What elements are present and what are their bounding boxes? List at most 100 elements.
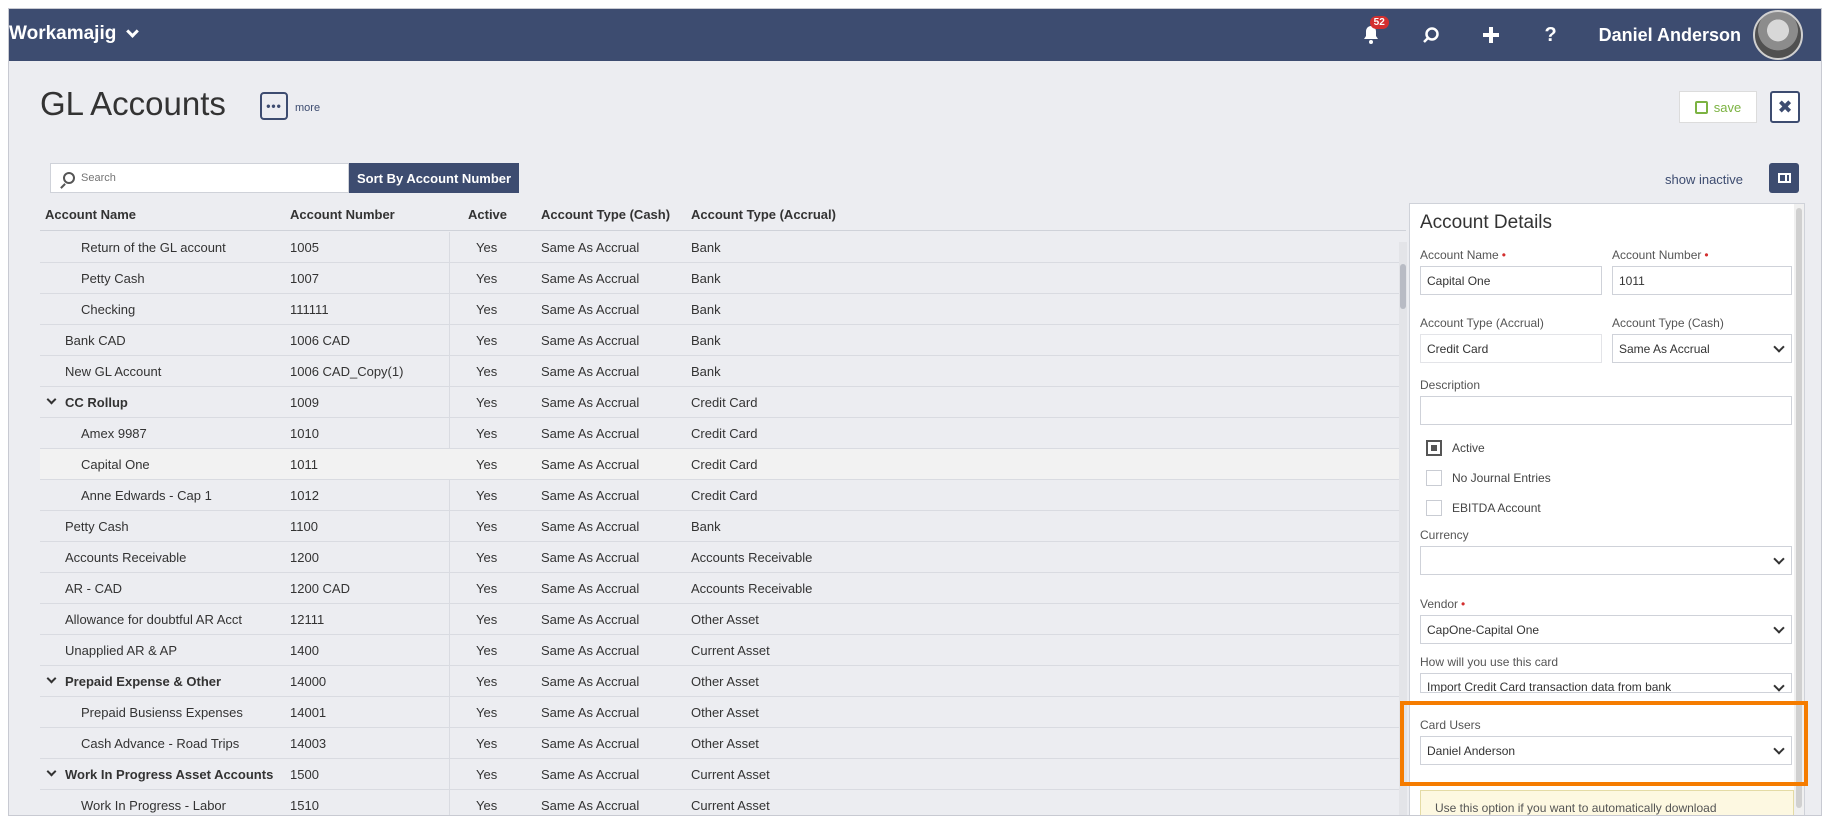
- notification-badge: 52: [1369, 16, 1389, 29]
- active-checkbox[interactable]: [1426, 440, 1442, 456]
- cell-accrual: Other Asset: [691, 673, 759, 689]
- cell-number: 1200: [290, 549, 319, 565]
- add-button[interactable]: [1480, 24, 1502, 46]
- active-label: Active: [1452, 441, 1485, 455]
- table-row[interactable]: AR - CAD 1200 CAD Yes Same As Accrual Ac…: [40, 573, 1406, 604]
- cell-active: Yes: [476, 425, 498, 441]
- show-inactive-link[interactable]: show inactive: [1665, 172, 1743, 187]
- cell-cash: Same As Accrual: [541, 363, 640, 379]
- cell-cash: Same As Accrual: [541, 301, 640, 317]
- cell-number: 14003: [290, 735, 327, 751]
- type-cash-select[interactable]: Same As Accrual: [1612, 334, 1792, 363]
- table-row[interactable]: New GL Account 1006 CAD_Copy(1) Yes Same…: [40, 356, 1406, 387]
- vendor-select[interactable]: CapOne-Capital One: [1420, 615, 1792, 644]
- header-type-accrual[interactable]: Account Type (Accrual): [691, 207, 991, 230]
- table-row[interactable]: Unapplied AR & AP 1400 Yes Same As Accru…: [40, 635, 1406, 666]
- chevron-down-icon[interactable]: [46, 673, 57, 683]
- chevron-down-icon[interactable]: [46, 394, 57, 404]
- table-row[interactable]: Petty Cash 1100 Yes Same As Accrual Bank: [40, 511, 1406, 542]
- save-button[interactable]: save: [1679, 91, 1757, 123]
- cell-name: Petty Cash: [65, 518, 129, 534]
- type-cash-label: Account Type (Cash): [1612, 316, 1724, 330]
- more-label[interactable]: more: [295, 102, 320, 114]
- cell-active: Yes: [476, 518, 498, 534]
- table-row[interactable]: Allowance for doubtful AR Acct 12111 Yes…: [40, 604, 1406, 635]
- description-field[interactable]: [1420, 396, 1792, 425]
- cell-accrual: Bank: [691, 518, 721, 534]
- table-row[interactable]: Bank CAD 1006 CAD Yes Same As Accrual Ba…: [40, 325, 1406, 356]
- table-row[interactable]: Work In Progress - Labor 1510 Yes Same A…: [40, 790, 1406, 815]
- cell-accrual: Other Asset: [691, 611, 759, 627]
- cell-number: 1006 CAD_Copy(1): [290, 363, 404, 379]
- cell-number: 1010: [290, 425, 319, 441]
- cell-cash: Same As Accrual: [541, 270, 640, 286]
- type-accrual-field[interactable]: Credit Card: [1420, 334, 1602, 363]
- search-icon: [63, 172, 75, 184]
- account-name-field[interactable]: Capital One: [1420, 266, 1602, 295]
- required-icon: •: [1501, 248, 1506, 262]
- panel-toggle-button[interactable]: [1769, 163, 1799, 193]
- header-account-name[interactable]: Account Name: [40, 207, 290, 230]
- table-row[interactable]: Prepaid Busienss Expenses 14001 Yes Same…: [40, 697, 1406, 728]
- chevron-down-icon[interactable]: [46, 766, 57, 776]
- cell-cash: Same As Accrual: [541, 332, 640, 348]
- more-button[interactable]: •••: [260, 92, 288, 120]
- no-journal-checkbox[interactable]: [1426, 470, 1442, 486]
- account-number-field[interactable]: 1011: [1612, 266, 1792, 295]
- currency-label: Currency: [1420, 528, 1469, 542]
- avatar[interactable]: [1753, 10, 1803, 60]
- search-input[interactable]: [81, 172, 321, 184]
- header-account-number[interactable]: Account Number: [290, 207, 468, 230]
- table-row-group[interactable]: CC Rollup 1009 Yes Same As Accrual Credi…: [40, 387, 1406, 418]
- cell-active: Yes: [476, 611, 498, 627]
- cell-active: Yes: [476, 673, 498, 689]
- chevron-down-icon: [1773, 341, 1785, 353]
- sort-button[interactable]: Sort By Account Number: [349, 163, 519, 193]
- table-row[interactable]: Cash Advance - Road Trips 14003 Yes Same…: [40, 728, 1406, 759]
- header-type-cash[interactable]: Account Type (Cash): [541, 207, 691, 230]
- cell-active: Yes: [476, 394, 498, 410]
- usage-select[interactable]: Import Credit Card transaction data from…: [1420, 673, 1792, 693]
- cell-name: Amex 9987: [81, 425, 147, 441]
- no-journal-label: No Journal Entries: [1452, 471, 1551, 485]
- search-box[interactable]: [50, 163, 349, 193]
- scrollbar-thumb[interactable]: [1400, 264, 1406, 309]
- notifications-button[interactable]: 52: [1360, 16, 1389, 46]
- header-active[interactable]: Active: [468, 207, 541, 230]
- cell-number: 111111: [290, 301, 329, 317]
- table-row[interactable]: Petty Cash 1007 Yes Same As Accrual Bank: [40, 263, 1406, 294]
- cell-name: Unapplied AR & AP: [65, 642, 178, 658]
- close-button[interactable]: ✖: [1770, 91, 1800, 123]
- table-row-selected[interactable]: Capital One 1011 Yes Same As Accrual Cre…: [40, 449, 1406, 480]
- ebitda-checkbox[interactable]: [1426, 500, 1442, 516]
- cell-number: 14000: [290, 673, 327, 689]
- cell-name: Work In Progress Asset Accounts: [40, 766, 290, 782]
- cell-active: Yes: [476, 456, 498, 472]
- table-row[interactable]: Anne Edwards - Cap 1 1012 Yes Same As Ac…: [40, 480, 1406, 511]
- table-row[interactable]: Amex 9987 1010 Yes Same As Accrual Credi…: [40, 418, 1406, 449]
- close-icon: ✖: [1777, 96, 1793, 117]
- cell-accrual: Credit Card: [691, 456, 758, 472]
- label-text: Vendor: [1420, 597, 1459, 611]
- currency-select[interactable]: [1420, 546, 1792, 575]
- table-body: Return of the GL account 1005 Yes Same A…: [40, 232, 1406, 815]
- search-button[interactable]: [1420, 24, 1442, 46]
- cell-name: Accounts Receivable: [65, 549, 187, 565]
- chevron-down-icon: [1773, 680, 1785, 692]
- table-row-group[interactable]: Prepaid Expense & Other 14000 Yes Same A…: [40, 666, 1406, 697]
- table-row[interactable]: Checking 111111 Yes Same As Accrual Bank: [40, 294, 1406, 325]
- active-checkbox-row[interactable]: Active: [1426, 440, 1485, 456]
- help-button[interactable]: ?: [1540, 24, 1562, 46]
- table-row[interactable]: Accounts Receivable 1200 Yes Same As Acc…: [40, 542, 1406, 573]
- brand-menu[interactable]: Workamajig: [9, 23, 140, 45]
- ebitda-checkbox-row[interactable]: EBITDA Account: [1426, 500, 1541, 516]
- cell-name: Prepaid Busienss Expenses: [81, 704, 243, 720]
- cell-accrual: Accounts Receivable: [691, 580, 813, 596]
- user-name[interactable]: Daniel Anderson: [1599, 25, 1741, 46]
- no-journal-checkbox-row[interactable]: No Journal Entries: [1426, 470, 1551, 486]
- cell-active: Yes: [476, 487, 498, 503]
- cell-number: 1500: [290, 766, 319, 782]
- table-row[interactable]: Return of the GL account 1005 Yes Same A…: [40, 232, 1406, 263]
- table-row-group[interactable]: Work In Progress Asset Accounts 1500 Yes…: [40, 759, 1406, 790]
- save-label: save: [1713, 99, 1742, 115]
